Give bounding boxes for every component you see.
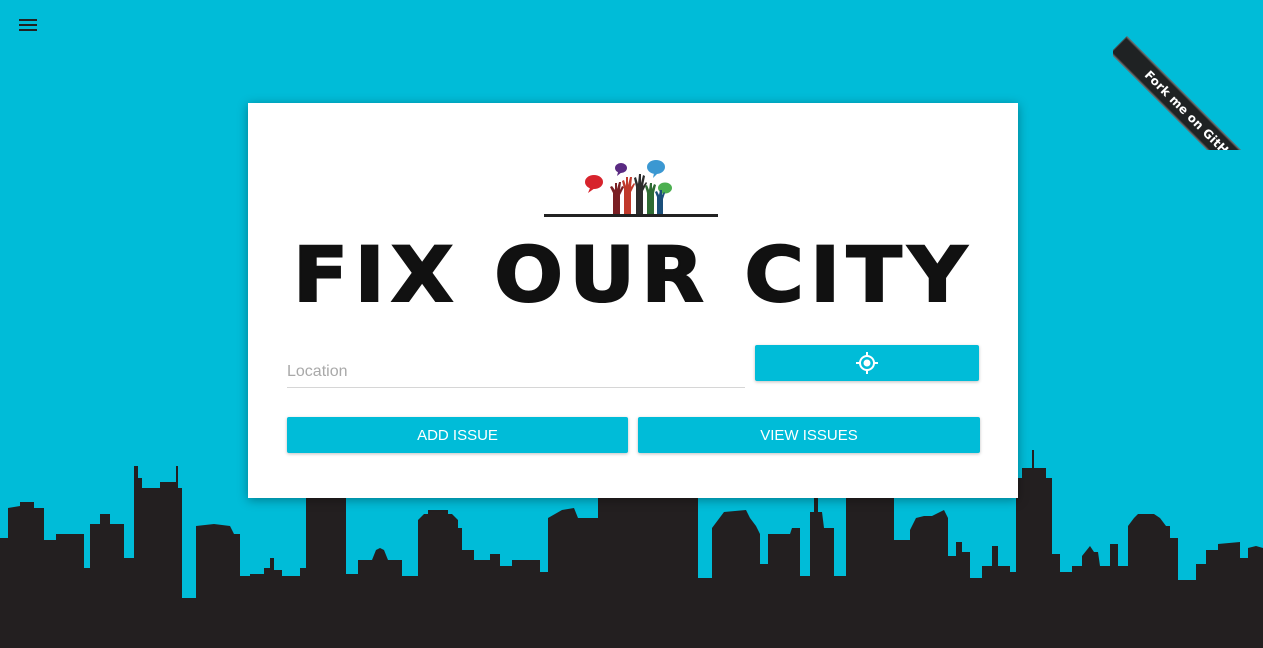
hamburger-menu-icon (19, 19, 37, 31)
location-input[interactable] (287, 357, 745, 387)
fix-our-city-wordmark: FIX OUR CITY (288, 237, 978, 317)
locate-me-button[interactable] (755, 345, 979, 381)
github-ribbon-container: Fork me on GitHub (1113, 0, 1263, 150)
add-issue-button[interactable]: ADD ISSUE (287, 417, 628, 453)
menu-button[interactable] (12, 14, 44, 38)
main-card: FIX OUR CITY ADD ISSUE VIEW ISSUES (248, 103, 1018, 498)
raised-hands-logo-icon (544, 160, 718, 217)
page: Fork me on GitHub FIX OUR CITY Location … (0, 0, 1263, 648)
add-issue-label: ADD ISSUE (417, 426, 498, 444)
app-title: FIX OUR CITY (293, 237, 973, 317)
location-field (287, 357, 745, 388)
gps-locate-icon (856, 352, 878, 374)
view-issues-button[interactable]: VIEW ISSUES (638, 417, 980, 453)
fork-me-ribbon[interactable]: Fork me on GitHub (1113, 36, 1263, 150)
view-issues-label: VIEW ISSUES (760, 426, 858, 444)
